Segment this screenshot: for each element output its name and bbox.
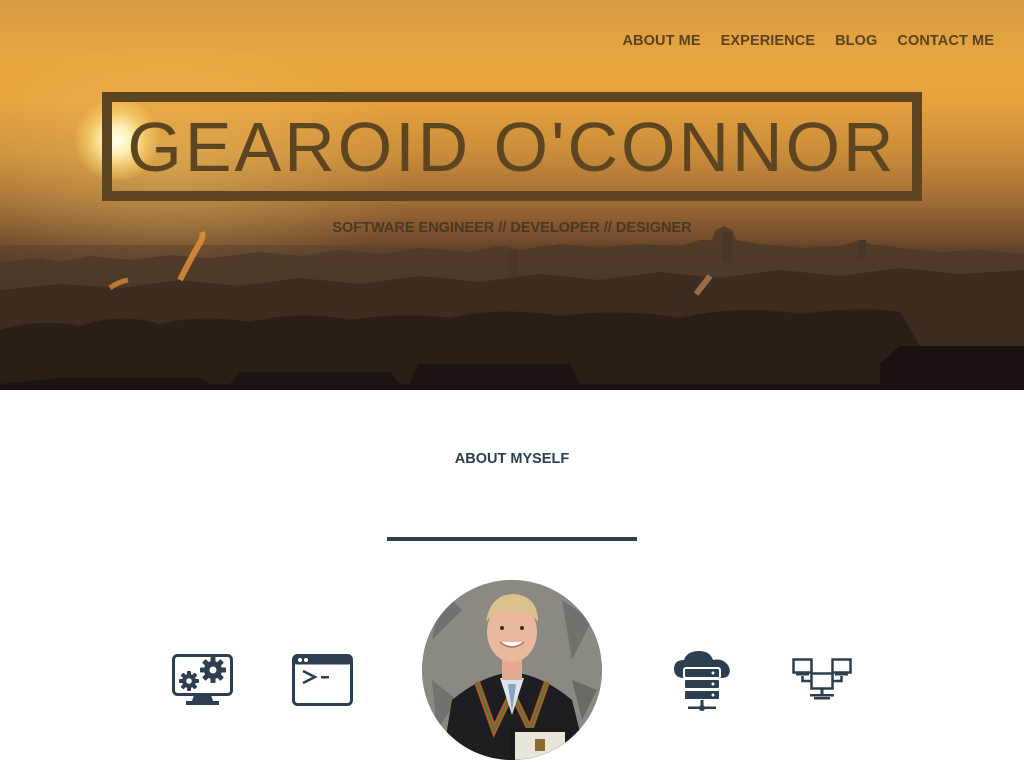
network-icon (792, 658, 852, 700)
cloud-server-icon (674, 651, 730, 711)
section-divider (387, 537, 637, 541)
about-heading: ABOUT MYSELF (454, 451, 570, 467)
site-title: GEAROID O'CONNOR (127, 107, 897, 186)
terminal-icon (292, 654, 353, 706)
nav-link-blog[interactable]: BLOG (835, 33, 877, 49)
main-nav: ABOUT ME EXPERIENCE BLOG CONTACT ME (622, 33, 994, 49)
nav-link-about-me[interactable]: ABOUT ME (622, 33, 700, 49)
profile-photo (422, 580, 602, 760)
site-subtitle: SOFTWARE ENGINEER // DEVELOPER // DESIGN… (332, 220, 692, 236)
nav-link-contact-me[interactable]: CONTACT ME (897, 33, 994, 49)
nav-link-experience[interactable]: EXPERIENCE (721, 33, 815, 49)
computer-settings-icon (172, 654, 233, 705)
hero-banner: ABOUT ME EXPERIENCE BLOG CONTACT ME GEAR… (0, 0, 1024, 390)
site-title-box: GEAROID O'CONNOR (102, 92, 922, 201)
